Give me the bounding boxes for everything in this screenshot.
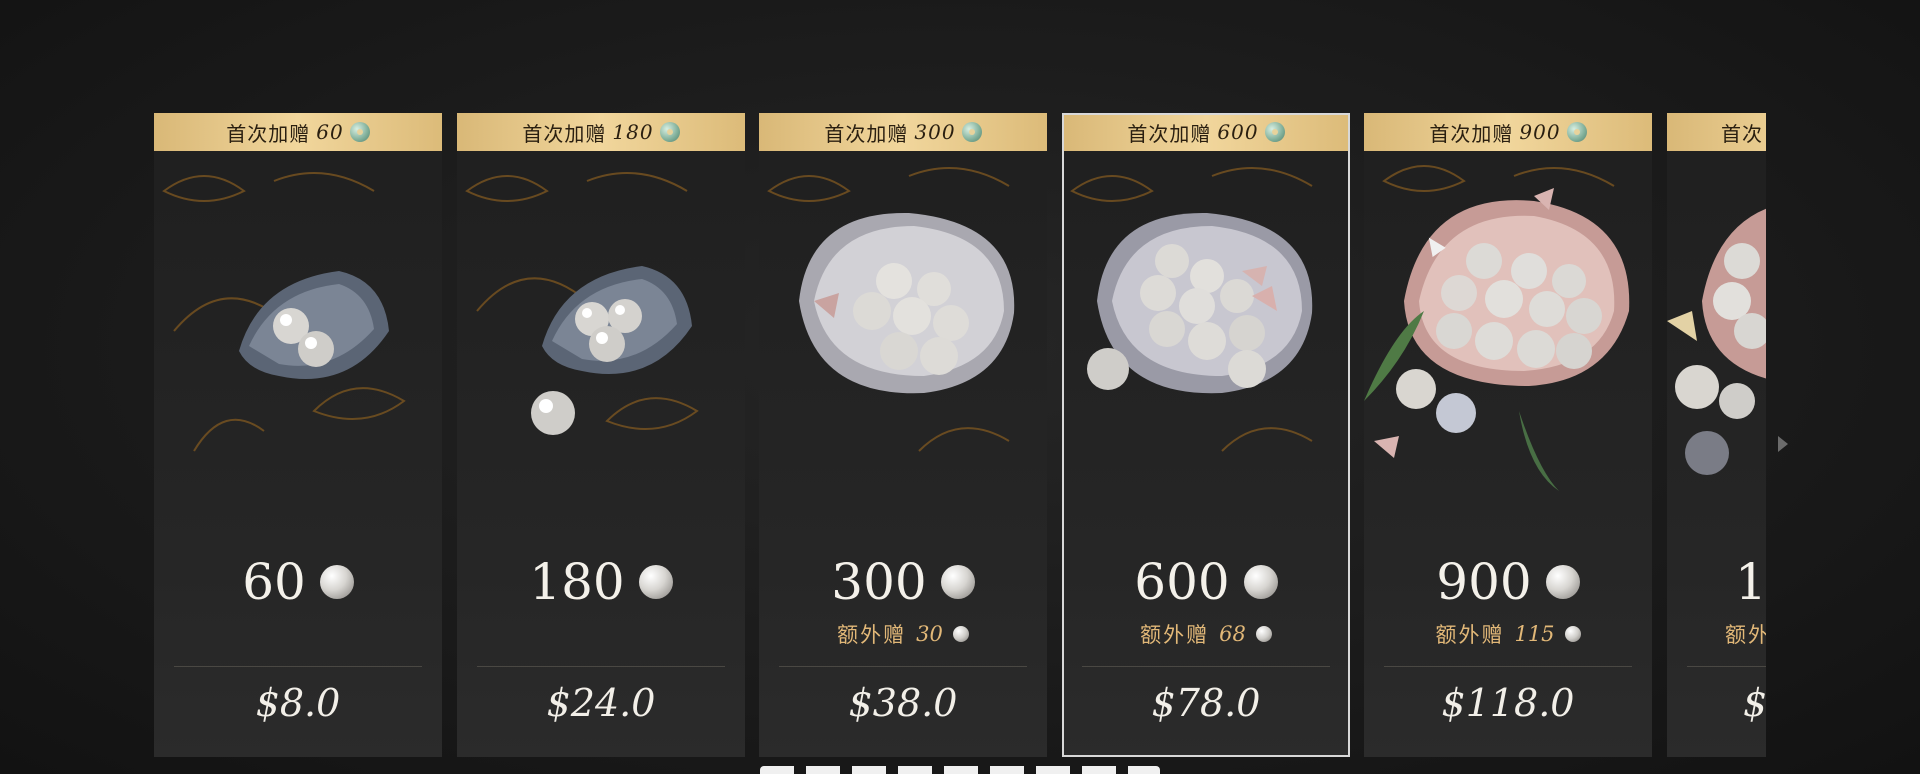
jade-coin-icon xyxy=(349,122,370,142)
bottom-text-partial xyxy=(760,766,1160,774)
pearl-shop: 首次加赠 60 60 $8.0 首次加赠 180 180 $24.0 首次加赠 … xyxy=(154,113,1766,757)
pack-artwork xyxy=(457,151,745,531)
first-purchase-bonus-banner: 首次加赠 600 xyxy=(1062,113,1350,151)
pack-quantity: 60 xyxy=(154,553,442,611)
quantity-value: 900 xyxy=(1436,553,1532,611)
quantity-value: 300 xyxy=(831,553,927,611)
pack-artwork xyxy=(1667,151,1766,531)
price-label[interactable]: $78.0 xyxy=(1062,681,1350,725)
divider xyxy=(1687,666,1766,667)
quantity-value: 180 xyxy=(529,553,625,611)
jade-coin-icon xyxy=(961,122,982,142)
pack-quantity: 18 xyxy=(1667,553,1766,611)
extra-bonus: 额外 xyxy=(1667,619,1766,649)
pearl-icon xyxy=(1545,565,1580,599)
pack-quantity: 600 xyxy=(1062,553,1350,611)
pearl-icon xyxy=(952,626,969,642)
extra-bonus-amount: 68 xyxy=(1219,622,1246,646)
pearls-in-shell-image xyxy=(465,172,699,435)
jade-coin-icon xyxy=(659,122,680,142)
price-label[interactable]: $ xyxy=(1667,681,1766,725)
pearls-in-shell-image xyxy=(162,172,406,452)
quantity-value: 60 xyxy=(242,553,306,611)
pearls-in-shell-image xyxy=(767,167,1015,452)
pack-artwork xyxy=(1364,151,1652,531)
first-purchase-bonus-banner: 首次加赠 900 xyxy=(1364,113,1652,151)
price-label[interactable]: $38.0 xyxy=(759,681,1047,725)
pack-quantity: 300 xyxy=(759,553,1047,611)
pearls-in-shell-image xyxy=(1364,165,1630,491)
divider xyxy=(1384,666,1632,667)
quantity-value: 18 xyxy=(1735,553,1766,611)
banner-label: 首次加赠 xyxy=(1127,121,1212,146)
jade-coin-icon xyxy=(1566,122,1587,142)
pack-card-60[interactable]: 首次加赠 60 60 $8.0 xyxy=(154,113,442,757)
banner-amount: 300 xyxy=(914,120,956,144)
divider xyxy=(174,666,422,667)
extra-bonus-label: 额外赠 xyxy=(837,623,907,647)
pack-artwork xyxy=(759,151,1047,531)
price-label[interactable]: $24.0 xyxy=(457,681,745,725)
first-purchase-bonus-banner: 首次加赠 300 xyxy=(759,113,1047,151)
extra-bonus-label: 额外赠 xyxy=(1140,623,1210,647)
divider xyxy=(1082,666,1330,667)
banner-label: 首次加赠 xyxy=(824,121,909,146)
pack-artwork xyxy=(1062,151,1350,531)
price-label[interactable]: $8.0 xyxy=(154,681,442,725)
pearl-icon xyxy=(940,565,975,599)
first-purchase-bonus-banner: 首次加赠 180 xyxy=(457,113,745,151)
banner-amount: 900 xyxy=(1519,120,1561,144)
first-purchase-bonus-banner: 首次 xyxy=(1667,113,1766,151)
quantity-value: 600 xyxy=(1134,553,1230,611)
banner-label: 首次加赠 xyxy=(522,121,607,146)
pearls-in-shell-image xyxy=(1070,167,1313,452)
pearls-in-shell-image xyxy=(1667,208,1766,475)
pearl-icon xyxy=(1564,626,1581,642)
extra-bonus-amount: 30 xyxy=(916,622,943,646)
banner-label: 首次加赠 xyxy=(226,121,311,146)
pack-card-600[interactable]: 首次加赠 600 600 额外赠 68 $78.0 xyxy=(1062,113,1350,757)
pack-artwork xyxy=(154,151,442,531)
pack-quantity: 180 xyxy=(457,553,745,611)
pack-card-180[interactable]: 首次加赠 180 180 $24.0 xyxy=(457,113,745,757)
banner-amount: 60 xyxy=(316,120,344,144)
extra-bonus: 额外赠 115 xyxy=(1364,619,1652,649)
pearl-icon xyxy=(1243,565,1278,599)
pearl-icon xyxy=(638,565,673,599)
banner-amount: 600 xyxy=(1217,120,1259,144)
chevron-right-icon[interactable] xyxy=(1778,436,1788,452)
extra-bonus-amount: 115 xyxy=(1514,622,1555,646)
pack-card-900[interactable]: 首次加赠 900 900 额外赠 115 $118.0 xyxy=(1364,113,1652,757)
divider xyxy=(477,666,725,667)
extra-bonus: 额外赠 68 xyxy=(1062,619,1350,649)
pack-quantity: 900 xyxy=(1364,553,1652,611)
first-purchase-bonus-banner: 首次加赠 60 xyxy=(154,113,442,151)
jade-coin-icon xyxy=(1264,122,1285,142)
pearl-icon xyxy=(1255,626,1272,642)
extra-bonus-label: 额外 xyxy=(1725,623,1766,647)
banner-label: 首次 xyxy=(1721,121,1763,146)
extra-bonus: 额外赠 30 xyxy=(759,619,1047,649)
banner-label: 首次加赠 xyxy=(1429,121,1514,146)
divider xyxy=(779,666,1027,667)
price-label[interactable]: $118.0 xyxy=(1364,681,1652,725)
banner-amount: 180 xyxy=(612,120,654,144)
pack-card-partial[interactable]: 首次 18 额外 $ xyxy=(1667,113,1766,757)
pearl-icon xyxy=(319,565,354,599)
extra-bonus-label: 额外赠 xyxy=(1435,623,1505,647)
pack-card-300[interactable]: 首次加赠 300 300 额外赠 30 $38.0 xyxy=(759,113,1047,757)
